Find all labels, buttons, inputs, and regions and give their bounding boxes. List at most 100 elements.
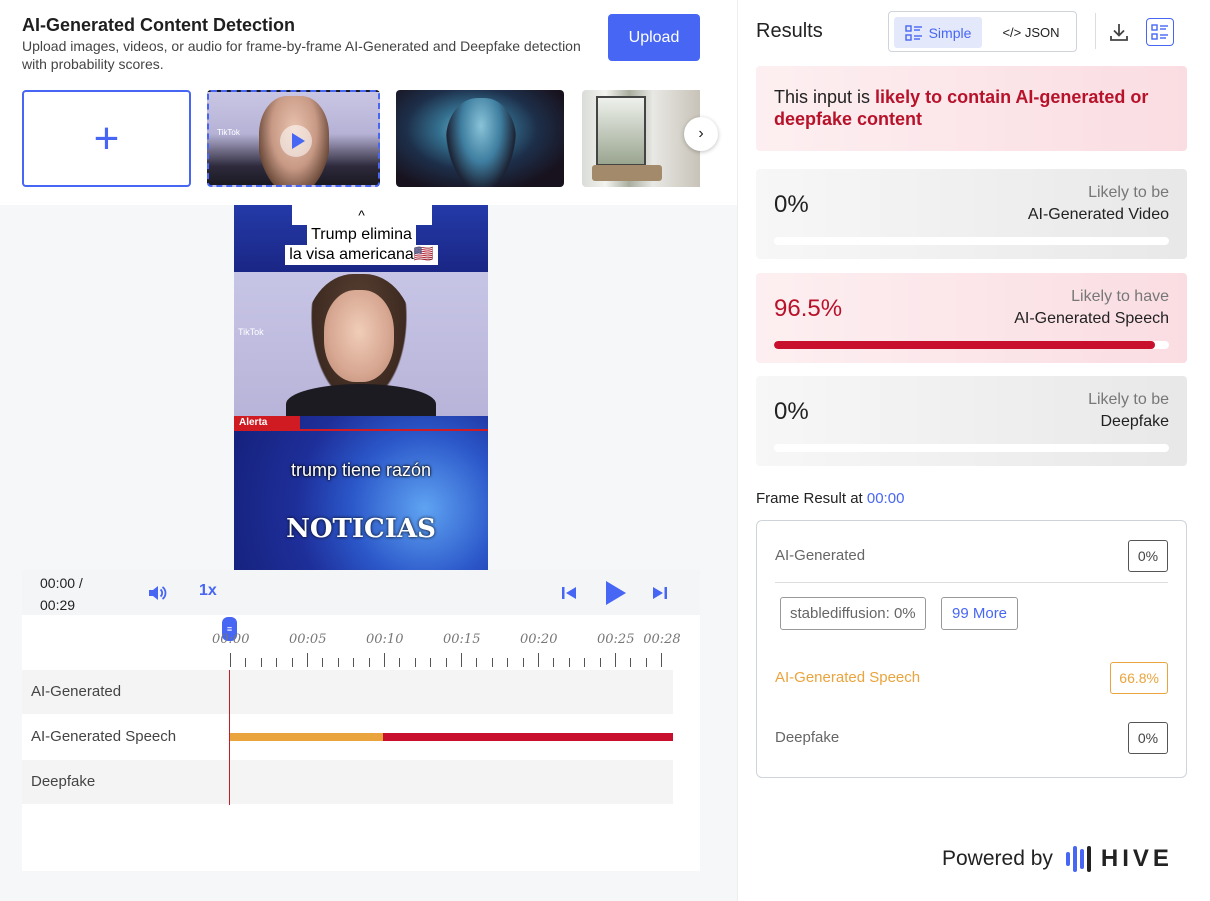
skip-previous-icon[interactable] xyxy=(559,583,579,603)
tick-label: 00:15 xyxy=(443,632,481,647)
tick-mark xyxy=(568,658,570,667)
hive-logo: HIVE xyxy=(1065,844,1173,874)
tick-mark xyxy=(584,658,586,667)
tick-label: 00:10 xyxy=(366,632,404,647)
video-preview[interactable]: ^ Trump elimina la visa americana🇺🇸 TikT… xyxy=(234,205,488,570)
more-models-button[interactable]: 99 More xyxy=(941,597,1019,630)
simple-view-button[interactable]: Simple xyxy=(894,17,982,48)
video-player: 00:00 / 00:29 1x ≡ 00:00 00:05 00:10 00:… xyxy=(22,570,700,871)
tick-mark xyxy=(461,653,462,667)
download-icon[interactable] xyxy=(1108,21,1130,43)
tick-mark xyxy=(430,658,432,667)
video-caption: ^ Trump elimina la visa americana🇺🇸 xyxy=(274,205,449,269)
tick-label: 00:25 xyxy=(597,632,635,647)
list-icon xyxy=(904,24,922,41)
hive-logo-icon xyxy=(1065,846,1091,872)
track-label: AI-Generated Speech xyxy=(31,728,177,745)
frame-result-box: AI-Generated 0% stablediffusion: 0% 99 M… xyxy=(756,520,1187,778)
score-caption: Likely to have xyxy=(1071,288,1169,305)
thumbnail-image xyxy=(446,98,516,187)
verdict-banner: This input is likely to contain AI-gener… xyxy=(756,66,1187,151)
play-icon[interactable] xyxy=(602,579,628,607)
frame-speech-label: AI-Generated Speech xyxy=(775,669,921,686)
powered-by-text: Powered by xyxy=(942,847,1053,870)
frame-deepfake-badge: 0% xyxy=(1128,722,1168,754)
speech-segment-high xyxy=(383,733,673,741)
verdict-prefix: This input is xyxy=(774,87,876,107)
video-news-section: Alerta trump tiene razón NOTICIAS xyxy=(234,416,488,570)
frame-speech-badge: 66.8% xyxy=(1110,662,1168,694)
tick-mark xyxy=(414,658,416,667)
playhead xyxy=(229,670,230,805)
tick-mark xyxy=(615,653,616,667)
tick-mark xyxy=(630,658,632,667)
thumbnail-interior-image[interactable] xyxy=(582,90,700,187)
track-deepfake: Deepfake xyxy=(22,760,673,804)
hive-wordmark: HIVE xyxy=(1100,845,1173,872)
score-label: Deepfake xyxy=(1100,413,1170,430)
thumbnail-image-detail xyxy=(592,165,662,181)
results-panel: Results Simple </> JSON This input is li… xyxy=(737,0,1210,901)
list-view-icon[interactable] xyxy=(1146,18,1174,46)
page-subtitle: Upload images, videos, or audio for fram… xyxy=(22,38,581,72)
tick-label: 00:00 xyxy=(212,632,250,647)
tick-label: 00:05 xyxy=(289,632,327,647)
caret-up-icon: ^ xyxy=(291,205,432,225)
score-bar xyxy=(774,237,1169,245)
tiktok-watermark: TikTok xyxy=(217,128,240,137)
tick-mark xyxy=(507,658,509,667)
left-panel: AI-Generated Content Detection Upload im… xyxy=(0,0,737,901)
simple-label: Simple xyxy=(928,24,972,41)
tick-mark xyxy=(445,658,447,667)
duration: 00:29 xyxy=(40,597,76,613)
score-card-ai-speech: 96.5% Likely to have AI-Generated Speech xyxy=(756,273,1187,363)
page-title: AI-Generated Content Detection xyxy=(22,15,296,35)
thumbnail-selected-video[interactable]: TikTok xyxy=(207,90,380,187)
tick-mark xyxy=(491,658,493,667)
frame-divider xyxy=(775,582,1168,583)
add-media-button[interactable]: + xyxy=(22,90,191,187)
tick-mark xyxy=(384,653,385,667)
tick-mark xyxy=(245,658,247,667)
chevron-right-icon[interactable]: › xyxy=(684,117,718,151)
tick-label: 00:28 xyxy=(643,632,681,647)
timeline-ruler[interactable]: ≡ 00:00 00:05 00:10 00:15 00:20 00:25 00:28 xyxy=(22,615,700,670)
video-top-section: ^ Trump elimina la visa americana🇺🇸 xyxy=(234,205,488,272)
alert-divider xyxy=(234,429,488,431)
score-bar xyxy=(774,444,1169,452)
json-view-button[interactable]: </> JSON xyxy=(989,17,1073,48)
app-root: AI-Generated Content Detection Upload im… xyxy=(0,0,1210,901)
tick-mark xyxy=(368,658,370,667)
frame-ai-generated-label: AI-Generated xyxy=(775,547,866,564)
track-label: AI-Generated xyxy=(31,683,122,700)
tick-mark xyxy=(322,658,324,667)
volume-icon[interactable] xyxy=(146,582,168,604)
score-card-deepfake: 0% Likely to be Deepfake xyxy=(756,376,1187,466)
tick-mark xyxy=(291,658,293,667)
playback-speed-button[interactable]: 1x xyxy=(199,582,217,600)
score-caption: Likely to be xyxy=(1088,391,1169,408)
frame-result-title: Frame Result at 00:00 xyxy=(756,490,904,507)
news-logo-text: NOTICIAS xyxy=(286,514,436,544)
upload-button[interactable]: Upload xyxy=(608,14,700,61)
caption-line: Trump elimina xyxy=(307,225,416,245)
tick-label: 00:20 xyxy=(520,632,558,647)
score-bar xyxy=(774,341,1169,349)
tick-mark xyxy=(522,658,524,667)
tick-mark xyxy=(645,658,647,667)
tick-mark xyxy=(538,653,539,667)
track-label: Deepfake xyxy=(31,773,96,790)
tick-mark xyxy=(553,658,555,667)
thumbnail-cyberpunk-image[interactable] xyxy=(396,90,564,187)
model-chip: stablediffusion: 0% xyxy=(780,597,926,630)
video-overlay-text: trump tiene razón xyxy=(290,460,432,480)
skip-next-icon[interactable] xyxy=(650,583,670,603)
view-toggle: Simple </> JSON xyxy=(888,11,1077,52)
results-title: Results xyxy=(756,20,823,42)
tiktok-watermark: TikTok xyxy=(238,327,264,337)
caption-line: la visa americana🇺🇸 xyxy=(285,245,438,265)
thumbnail-image xyxy=(596,96,646,166)
tick-mark xyxy=(599,658,601,667)
frame-title-prefix: Frame Result at xyxy=(756,490,867,507)
frame-time: 00:00 xyxy=(866,490,905,507)
